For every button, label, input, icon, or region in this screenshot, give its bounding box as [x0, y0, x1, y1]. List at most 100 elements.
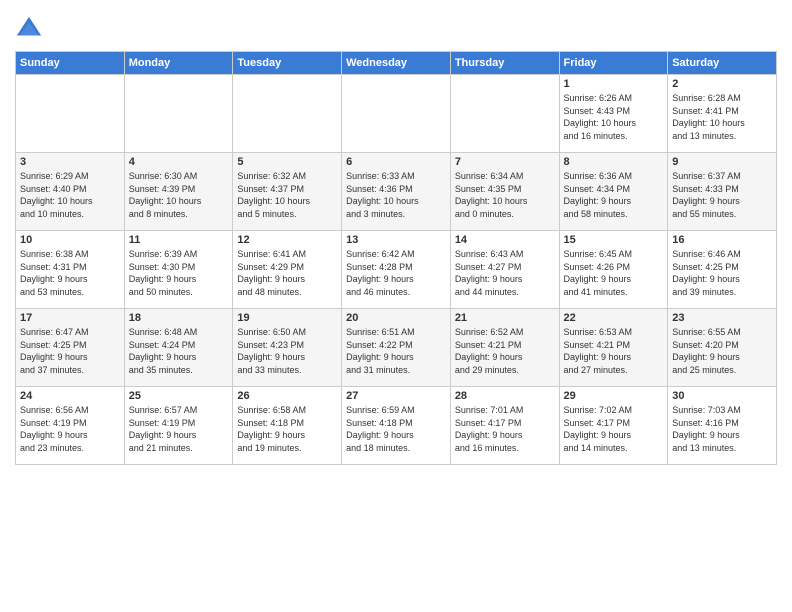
calendar-cell: 27 Sunrise: 6:59 AM Sunset: 4:18 PM Dayli…: [342, 387, 451, 465]
calendar-cell: 9 Sunrise: 6:37 AM Sunset: 4:33 PM Daylig…: [668, 153, 777, 231]
day-number: 23: [672, 312, 772, 324]
day-info: Sunrise: 6:36 AM Sunset: 4:34 PM Dayligh…: [564, 170, 664, 220]
day-info: Sunrise: 6:42 AM Sunset: 4:28 PM Dayligh…: [346, 248, 446, 298]
calendar-cell: 11 Sunrise: 6:39 AM Sunset: 4:30 PM Dayli…: [124, 231, 233, 309]
day-info: Sunrise: 6:37 AM Sunset: 4:33 PM Dayligh…: [672, 170, 772, 220]
calendar-cell: 8 Sunrise: 6:36 AM Sunset: 4:34 PM Daylig…: [559, 153, 668, 231]
day-number: 8: [564, 156, 664, 168]
day-info: Sunrise: 6:33 AM Sunset: 4:36 PM Dayligh…: [346, 170, 446, 220]
day-info: Sunrise: 6:38 AM Sunset: 4:31 PM Dayligh…: [20, 248, 120, 298]
calendar-header-thursday: Thursday: [450, 52, 559, 75]
calendar-header-row: SundayMondayTuesdayWednesdayThursdayFrid…: [16, 52, 777, 75]
day-info: Sunrise: 6:46 AM Sunset: 4:25 PM Dayligh…: [672, 248, 772, 298]
day-number: 27: [346, 390, 446, 402]
calendar-cell: 18 Sunrise: 6:48 AM Sunset: 4:24 PM Dayli…: [124, 309, 233, 387]
calendar-cell: 29 Sunrise: 7:02 AM Sunset: 4:17 PM Dayli…: [559, 387, 668, 465]
calendar-cell: 23 Sunrise: 6:55 AM Sunset: 4:20 PM Dayli…: [668, 309, 777, 387]
day-number: 21: [455, 312, 555, 324]
day-number: 28: [455, 390, 555, 402]
day-number: 22: [564, 312, 664, 324]
calendar-cell: 10 Sunrise: 6:38 AM Sunset: 4:31 PM Dayli…: [16, 231, 125, 309]
day-info: Sunrise: 6:45 AM Sunset: 4:26 PM Dayligh…: [564, 248, 664, 298]
calendar-cell: [16, 75, 125, 153]
day-info: Sunrise: 6:59 AM Sunset: 4:18 PM Dayligh…: [346, 404, 446, 454]
day-number: 25: [129, 390, 229, 402]
calendar-cell: 1 Sunrise: 6:26 AM Sunset: 4:43 PM Daylig…: [559, 75, 668, 153]
day-number: 30: [672, 390, 772, 402]
calendar-cell: 24 Sunrise: 6:56 AM Sunset: 4:19 PM Dayli…: [16, 387, 125, 465]
day-number: 2: [672, 78, 772, 90]
calendar-cell: 7 Sunrise: 6:34 AM Sunset: 4:35 PM Daylig…: [450, 153, 559, 231]
day-number: 3: [20, 156, 120, 168]
day-info: Sunrise: 7:01 AM Sunset: 4:17 PM Dayligh…: [455, 404, 555, 454]
calendar-cell: 22 Sunrise: 6:53 AM Sunset: 4:21 PM Dayli…: [559, 309, 668, 387]
calendar-week-3: 17 Sunrise: 6:47 AM Sunset: 4:25 PM Dayli…: [16, 309, 777, 387]
day-info: Sunrise: 6:50 AM Sunset: 4:23 PM Dayligh…: [237, 326, 337, 376]
calendar-header-friday: Friday: [559, 52, 668, 75]
day-number: 26: [237, 390, 337, 402]
calendar-cell: [233, 75, 342, 153]
calendar-header-monday: Monday: [124, 52, 233, 75]
calendar-cell: [450, 75, 559, 153]
day-number: 15: [564, 234, 664, 246]
day-info: Sunrise: 6:48 AM Sunset: 4:24 PM Dayligh…: [129, 326, 229, 376]
calendar-header-saturday: Saturday: [668, 52, 777, 75]
day-number: 7: [455, 156, 555, 168]
day-info: Sunrise: 6:43 AM Sunset: 4:27 PM Dayligh…: [455, 248, 555, 298]
calendar-cell: 19 Sunrise: 6:50 AM Sunset: 4:23 PM Dayli…: [233, 309, 342, 387]
day-info: Sunrise: 6:52 AM Sunset: 4:21 PM Dayligh…: [455, 326, 555, 376]
calendar-week-1: 3 Sunrise: 6:29 AM Sunset: 4:40 PM Daylig…: [16, 153, 777, 231]
day-number: 12: [237, 234, 337, 246]
calendar-cell: 17 Sunrise: 6:47 AM Sunset: 4:25 PM Dayli…: [16, 309, 125, 387]
calendar-cell: 16 Sunrise: 6:46 AM Sunset: 4:25 PM Dayli…: [668, 231, 777, 309]
day-number: 9: [672, 156, 772, 168]
day-number: 13: [346, 234, 446, 246]
calendar-table: SundayMondayTuesdayWednesdayThursdayFrid…: [15, 51, 777, 465]
day-info: Sunrise: 6:26 AM Sunset: 4:43 PM Dayligh…: [564, 92, 664, 142]
logo-icon: [15, 15, 43, 43]
day-number: 10: [20, 234, 120, 246]
day-info: Sunrise: 6:41 AM Sunset: 4:29 PM Dayligh…: [237, 248, 337, 298]
calendar-week-2: 10 Sunrise: 6:38 AM Sunset: 4:31 PM Dayli…: [16, 231, 777, 309]
calendar-cell: 4Sunrise: 6:30 AM Sunset: 4:39 PM Daylig…: [124, 153, 233, 231]
calendar-cell: 28 Sunrise: 7:01 AM Sunset: 4:17 PM Dayli…: [450, 387, 559, 465]
day-number: 14: [455, 234, 555, 246]
day-number: 6: [346, 156, 446, 168]
day-info: Sunrise: 6:28 AM Sunset: 4:41 PM Dayligh…: [672, 92, 772, 142]
day-number: 24: [20, 390, 120, 402]
calendar-cell: 6 Sunrise: 6:33 AM Sunset: 4:36 PM Daylig…: [342, 153, 451, 231]
day-info: Sunrise: 6:32 AM Sunset: 4:37 PM Dayligh…: [237, 170, 337, 220]
calendar-header-sunday: Sunday: [16, 52, 125, 75]
calendar-cell: 3 Sunrise: 6:29 AM Sunset: 4:40 PM Daylig…: [16, 153, 125, 231]
day-number: 18: [129, 312, 229, 324]
day-number: 19: [237, 312, 337, 324]
day-info: Sunrise: 6:56 AM Sunset: 4:19 PM Dayligh…: [20, 404, 120, 454]
logo: [15, 15, 47, 43]
day-info: Sunrise: 6:53 AM Sunset: 4:21 PM Dayligh…: [564, 326, 664, 376]
calendar-cell: 21 Sunrise: 6:52 AM Sunset: 4:21 PM Dayli…: [450, 309, 559, 387]
calendar-cell: 14 Sunrise: 6:43 AM Sunset: 4:27 PM Dayli…: [450, 231, 559, 309]
day-info: Sunrise: 6:57 AM Sunset: 4:19 PM Dayligh…: [129, 404, 229, 454]
day-info: Sunrise: 6:47 AM Sunset: 4:25 PM Dayligh…: [20, 326, 120, 376]
day-info: Sunrise: 6:58 AM Sunset: 4:18 PM Dayligh…: [237, 404, 337, 454]
day-info: Sunrise: 7:02 AM Sunset: 4:17 PM Dayligh…: [564, 404, 664, 454]
calendar-week-0: 1 Sunrise: 6:26 AM Sunset: 4:43 PM Daylig…: [16, 75, 777, 153]
calendar-cell: 15 Sunrise: 6:45 AM Sunset: 4:26 PM Dayli…: [559, 231, 668, 309]
day-number: 11: [129, 234, 229, 246]
day-info: Sunrise: 6:55 AM Sunset: 4:20 PM Dayligh…: [672, 326, 772, 376]
day-number: 4: [129, 156, 229, 168]
day-info: Sunrise: 6:34 AM Sunset: 4:35 PM Dayligh…: [455, 170, 555, 220]
calendar-cell: 12 Sunrise: 6:41 AM Sunset: 4:29 PM Dayli…: [233, 231, 342, 309]
day-number: 29: [564, 390, 664, 402]
calendar-cell: 20Sunrise: 6:51 AM Sunset: 4:22 PM Dayli…: [342, 309, 451, 387]
day-info: Sunrise: 6:29 AM Sunset: 4:40 PM Dayligh…: [20, 170, 120, 220]
calendar-cell: 26 Sunrise: 6:58 AM Sunset: 4:18 PM Dayli…: [233, 387, 342, 465]
day-number: 1: [564, 78, 664, 90]
day-number: 16: [672, 234, 772, 246]
day-number: 17: [20, 312, 120, 324]
day-number: 20: [346, 312, 446, 324]
day-info: Sunrise: 6:39 AM Sunset: 4:30 PM Dayligh…: [129, 248, 229, 298]
calendar-cell: [342, 75, 451, 153]
header: [15, 10, 777, 43]
calendar-cell: 25 Sunrise: 6:57 AM Sunset: 4:19 PM Dayli…: [124, 387, 233, 465]
